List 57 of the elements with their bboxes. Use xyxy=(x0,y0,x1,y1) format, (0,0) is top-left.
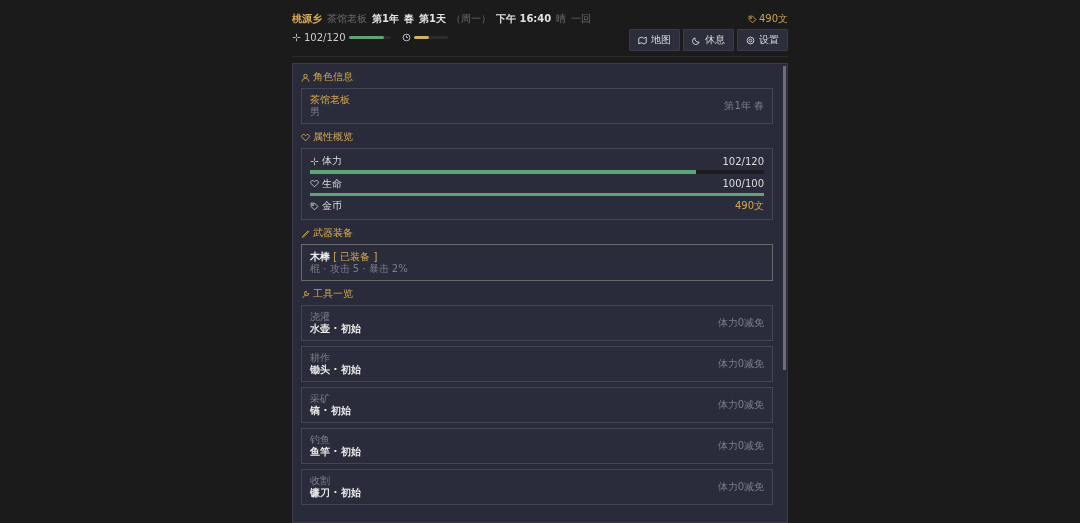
tool-category: 收割 xyxy=(310,475,331,487)
stat-label: 金币 xyxy=(322,199,342,213)
settings-icon xyxy=(746,35,755,45)
tool-category: 采矿 xyxy=(310,393,331,405)
date-label: 第1年 春 xyxy=(724,99,764,113)
weapon-stats: 棍 · 攻击 5 · 暴击 2% xyxy=(310,263,409,275)
place-name: 桃源乡 xyxy=(292,12,322,26)
settings-button[interactable]: 设置 xyxy=(737,29,788,51)
section-title: 工具一览 xyxy=(313,287,353,301)
tool-name: 镐 · 初始 xyxy=(310,405,351,417)
heart-icon xyxy=(301,132,310,142)
weapon-name: 木棒 xyxy=(310,251,330,262)
rest-button[interactable]: 休息 xyxy=(683,29,734,51)
time-label: 下午 16:40 xyxy=(495,12,552,26)
wrench-icon xyxy=(301,289,310,299)
tool-name: 锄头 · 初始 xyxy=(310,364,361,376)
tool-name: 镰刀 · 初始 xyxy=(310,487,361,499)
pencil-icon xyxy=(301,228,310,238)
section-title: 角色信息 xyxy=(313,70,353,84)
stamina-reading: 102/120 xyxy=(304,32,346,43)
character-name: 茶馆老板 xyxy=(310,94,350,106)
tool-category: 钓鱼 xyxy=(310,434,331,446)
tool-note: 体力0减免 xyxy=(717,357,764,371)
map-button[interactable]: 地图 xyxy=(629,29,680,51)
stat-label: 体力 xyxy=(322,154,342,168)
map-icon xyxy=(638,35,647,45)
section-title: 属性概览 xyxy=(313,130,353,144)
tool-note: 体力0减免 xyxy=(717,316,764,330)
weather-label: 晴 xyxy=(556,12,567,26)
stat-label: 生命 xyxy=(322,176,342,191)
stat-value: 490文 xyxy=(734,199,764,213)
scrollbar[interactable] xyxy=(783,66,786,370)
money-amount: 490文 xyxy=(758,12,788,26)
stat-value: 102/120 xyxy=(722,155,764,167)
tool-note: 体力0减免 xyxy=(717,439,764,453)
year-label: 第1年 xyxy=(372,12,399,26)
moon-icon xyxy=(692,35,701,45)
stamina-bar xyxy=(348,36,391,39)
tool-note: 体力0减免 xyxy=(717,398,764,412)
stat-value: 100/100 xyxy=(722,178,764,189)
tool-name: 鱼竿 · 初始 xyxy=(310,446,361,458)
tool-note: 体力0减免 xyxy=(717,480,764,494)
tag-icon xyxy=(310,201,319,211)
time-bar xyxy=(413,36,448,39)
gender-label: 男 xyxy=(310,106,321,118)
heart-icon xyxy=(310,179,319,188)
clock-icon xyxy=(401,33,411,42)
day-label: 第1天 xyxy=(418,12,446,26)
role-label: 茶馆老板 xyxy=(327,12,367,26)
tag-icon xyxy=(747,14,757,24)
tool-category: 耕作 xyxy=(310,352,331,364)
tool-name: 水壶 · 初始 xyxy=(310,323,361,335)
season-label: 春 xyxy=(403,12,414,26)
section-title: 武器装备 xyxy=(313,226,353,240)
person-icon xyxy=(301,72,310,82)
tool-category: 浇灌 xyxy=(310,311,331,323)
equipped-tag: [ 已装备 ] xyxy=(333,251,378,262)
